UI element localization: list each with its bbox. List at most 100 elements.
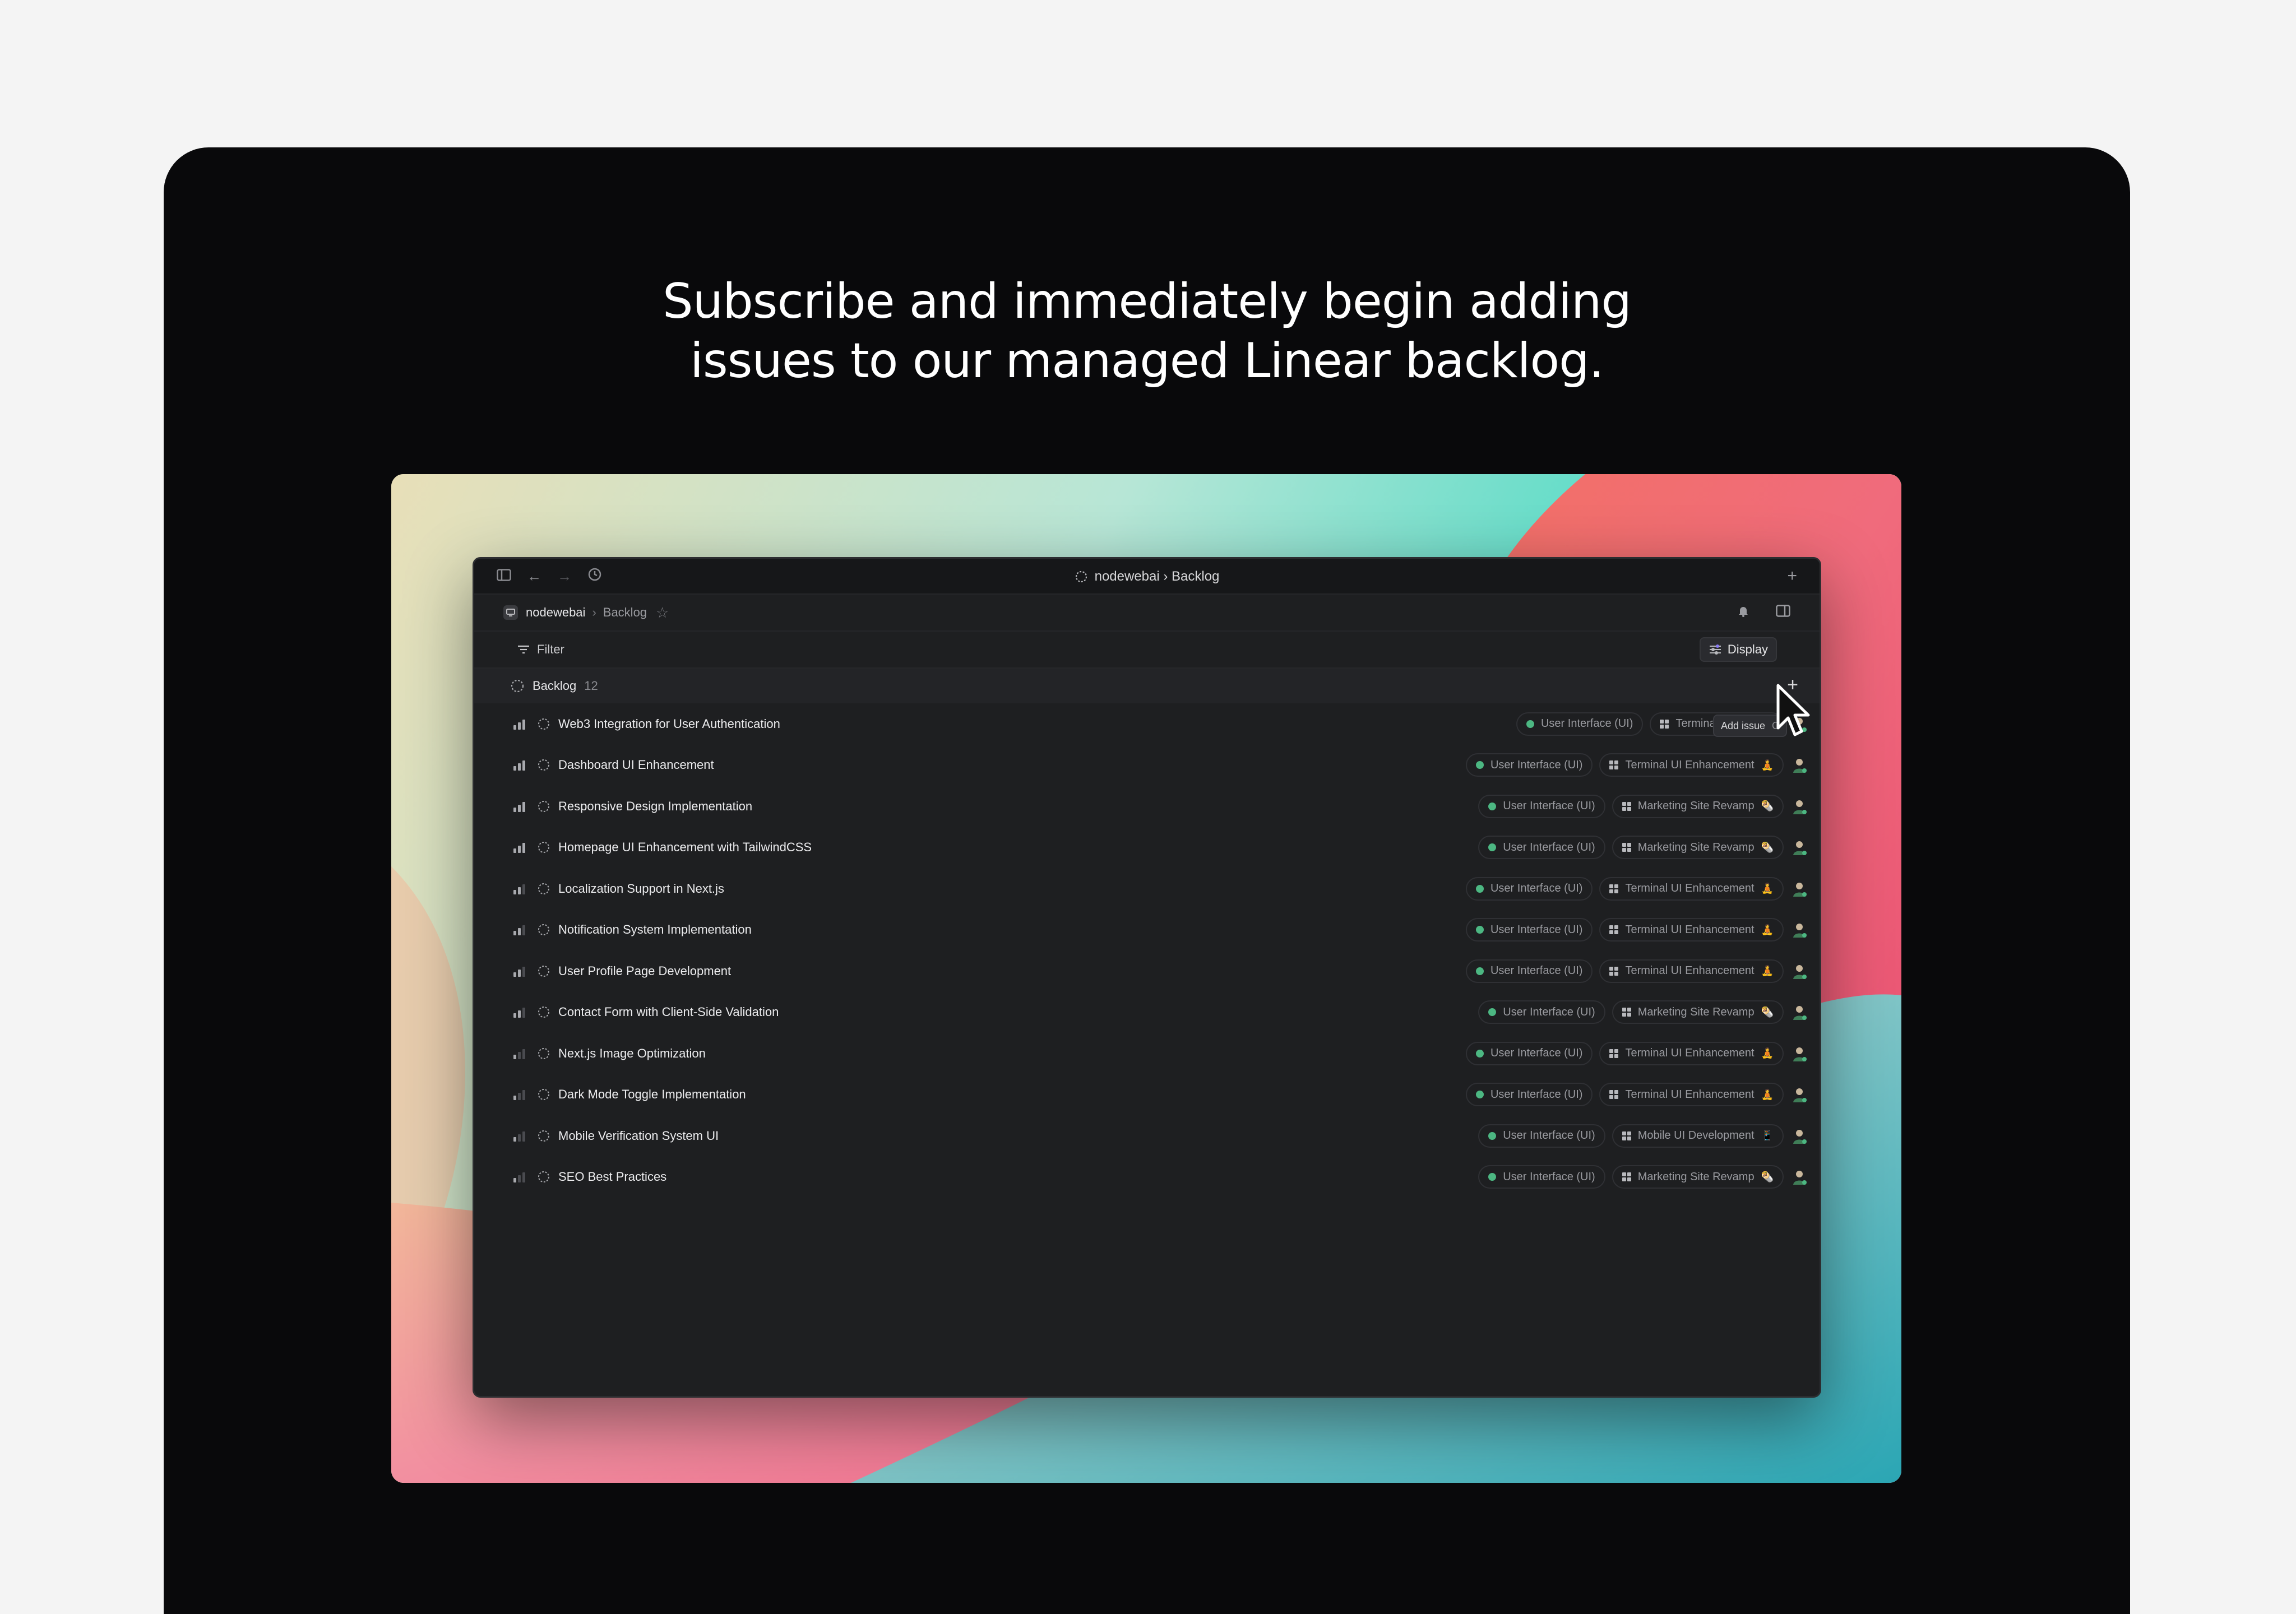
project-grid-icon [1622, 1008, 1631, 1017]
priority-bars-icon[interactable] [513, 883, 528, 894]
assignee-avatar[interactable] [1790, 1127, 1808, 1145]
issue-meta: User Interface (UI) Terminal UI Enhanceme… [1465, 1083, 1808, 1107]
label-chip[interactable]: User Interface (UI) [1478, 1124, 1605, 1148]
assignee-avatar[interactable] [1790, 1045, 1808, 1063]
backlog-status-icon[interactable] [537, 1005, 550, 1019]
priority-bars-icon[interactable] [513, 924, 528, 936]
issue-row[interactable]: Next.js Image Optimization User Interface… [474, 1033, 1820, 1074]
issue-row[interactable]: Dashboard UI Enhancement User Interface (… [474, 745, 1820, 786]
assignee-avatar[interactable] [1790, 1086, 1808, 1103]
label-chip[interactable]: User Interface (UI) [1465, 918, 1593, 942]
project-emoji-icon: 🌯 [1761, 1171, 1774, 1182]
issue-row[interactable]: Contact Form with Client-Side Validation… [474, 992, 1820, 1033]
assignee-avatar[interactable] [1790, 1003, 1808, 1021]
history-clock-icon[interactable] [587, 567, 602, 586]
priority-bars-icon[interactable] [513, 1089, 528, 1101]
assignee-avatar[interactable] [1790, 797, 1808, 815]
issue-row[interactable]: Dark Mode Toggle Implementation User Inte… [474, 1074, 1820, 1116]
label-chip[interactable]: User Interface (UI) [1465, 876, 1593, 901]
label-chip[interactable]: User Interface (UI) [1478, 1000, 1605, 1024]
assignee-avatar[interactable] [1790, 921, 1808, 939]
label-text: User Interface (UI) [1490, 923, 1583, 936]
label-chip[interactable]: User Interface (UI) [1465, 1083, 1593, 1107]
backlog-status-icon[interactable] [537, 882, 550, 896]
issue-row[interactable]: User Profile Page Development User Interf… [474, 950, 1820, 992]
project-grid-icon [1660, 719, 1669, 729]
label-chip[interactable]: User Interface (UI) [1465, 959, 1593, 983]
project-chip[interactable]: Marketing Site Revamp 🌯 [1612, 836, 1784, 860]
project-chip[interactable]: Terminal UI Enhancement 🧘 [1599, 1083, 1784, 1107]
backlog-status-icon[interactable] [537, 717, 550, 731]
priority-bars-icon[interactable] [513, 759, 528, 771]
priority-bars-icon[interactable] [513, 801, 528, 812]
issue-row[interactable]: Responsive Design Implementation User Int… [474, 786, 1820, 827]
priority-bars-icon[interactable] [513, 1130, 528, 1142]
panel-toggle-icon[interactable] [1776, 605, 1790, 620]
assignee-avatar[interactable] [1790, 962, 1808, 980]
filter-icon [518, 645, 529, 654]
project-chip[interactable]: Terminal UI Enhancement 🧘 [1599, 753, 1784, 777]
backlog-status-icon[interactable] [537, 964, 550, 978]
assignee-avatar[interactable] [1790, 756, 1808, 774]
label-chip[interactable]: User Interface (UI) [1478, 836, 1605, 860]
forward-arrow-icon[interactable]: → [557, 568, 572, 585]
priority-bars-icon[interactable] [513, 1048, 528, 1059]
breadcrumb-workspace[interactable]: nodewebai [526, 605, 585, 620]
priority-bars-icon[interactable] [513, 966, 528, 977]
label-dot-icon [1488, 1131, 1497, 1140]
breadcrumb-page[interactable]: Backlog [603, 605, 647, 620]
backlog-status-icon[interactable] [537, 758, 550, 772]
favorite-star-icon[interactable]: ☆ [656, 604, 669, 622]
sidebar-toggle-icon[interactable] [497, 568, 511, 585]
assignee-avatar[interactable] [1790, 1168, 1808, 1186]
display-sliders-icon [1709, 644, 1721, 655]
backlog-status-icon[interactable] [537, 1088, 550, 1101]
issue-row[interactable]: Homepage UI Enhancement with TailwindCSS… [474, 827, 1820, 869]
bell-icon[interactable] [1737, 604, 1750, 621]
label-text: User Interface (UI) [1503, 800, 1595, 813]
label-chip[interactable]: User Interface (UI) [1516, 712, 1644, 736]
label-chip[interactable]: User Interface (UI) [1478, 1165, 1605, 1189]
new-tab-plus-icon[interactable]: + [1787, 567, 1797, 586]
display-button[interactable]: Display [1699, 637, 1777, 662]
priority-bars-icon[interactable] [513, 718, 528, 730]
breadcrumb: nodewebai › Backlog ☆ [474, 595, 1820, 632]
backlog-status-icon[interactable] [537, 1170, 550, 1184]
label-dot-icon [1488, 1173, 1497, 1181]
project-chip[interactable]: Terminal UI Enhancement 🧘 [1599, 959, 1784, 983]
backlog-status-icon[interactable] [537, 841, 550, 854]
issue-row[interactable]: SEO Best Practices User Interface (UI) Mar… [474, 1157, 1820, 1198]
project-chip[interactable]: Marketing Site Revamp 🌯 [1612, 1165, 1784, 1189]
priority-bars-icon[interactable] [513, 842, 528, 854]
project-grid-icon [1622, 801, 1631, 811]
project-chip[interactable]: Terminal UI Enhancement 🧘 [1599, 1041, 1784, 1065]
backlog-group-header[interactable]: Backlog 12 + [474, 669, 1820, 703]
backlog-status-icon[interactable] [537, 923, 550, 936]
backlog-status-icon[interactable] [537, 800, 550, 813]
priority-bars-icon[interactable] [513, 1171, 528, 1183]
issue-row[interactable]: Web3 Integration for User Authentication… [474, 703, 1820, 745]
project-chip[interactable]: Marketing Site Revamp 🌯 [1612, 794, 1784, 818]
backlog-status-icon[interactable] [537, 1129, 550, 1143]
project-chip[interactable]: Mobile UI Development 📱 [1612, 1124, 1784, 1148]
priority-bars-icon[interactable] [513, 1007, 528, 1018]
project-chip[interactable]: Terminal UI Enhancement 🧘 [1599, 876, 1784, 901]
project-emoji-icon: 🧘 [1761, 1088, 1774, 1100]
filter-button[interactable]: Filter [517, 642, 564, 657]
issue-row[interactable]: Localization Support in Next.js User Inte… [474, 868, 1820, 910]
backlog-status-icon[interactable] [537, 1047, 550, 1060]
project-chip[interactable]: Terminal UI Enhancement 🧘 [1599, 918, 1784, 942]
label-chip[interactable]: User Interface (UI) [1465, 1041, 1593, 1065]
label-dot-icon [1488, 843, 1497, 852]
label-chip[interactable]: User Interface (UI) [1465, 753, 1593, 777]
assignee-avatar[interactable] [1790, 880, 1808, 898]
project-text: Marketing Site Revamp [1637, 841, 1755, 854]
project-chip[interactable]: Marketing Site Revamp 🌯 [1612, 1000, 1784, 1024]
issue-row[interactable]: Notification System Implementation User I… [474, 910, 1820, 951]
assignee-avatar[interactable] [1790, 838, 1808, 856]
project-emoji-icon: 📱 [1761, 1130, 1774, 1142]
label-dot-icon [1488, 1008, 1497, 1017]
label-chip[interactable]: User Interface (UI) [1478, 794, 1605, 818]
issue-row[interactable]: Mobile Verification System UI User Interf… [474, 1115, 1820, 1157]
back-arrow-icon[interactable]: ← [527, 568, 541, 585]
